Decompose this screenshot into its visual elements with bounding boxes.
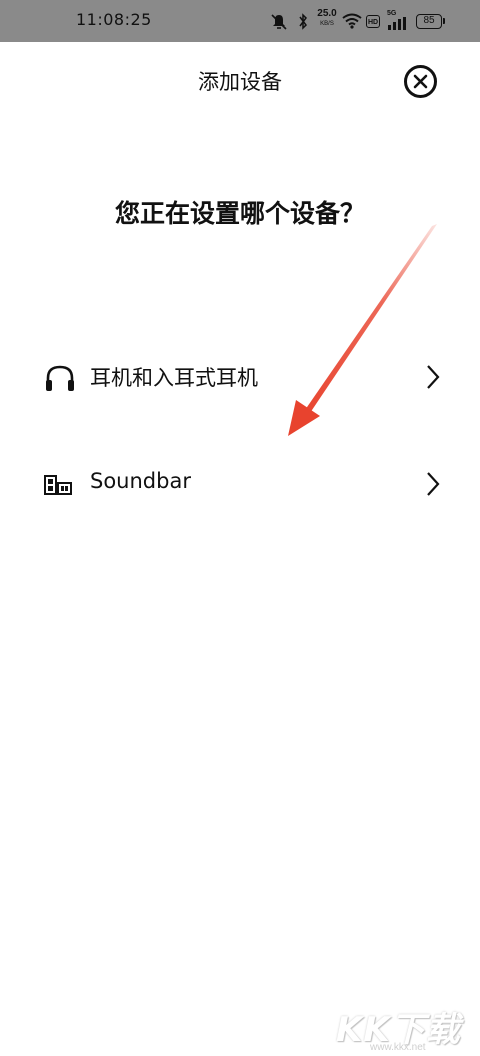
screen: 11:08:25 25.0 KB/S HD 5G 85 添加设备 您正在设置哪个… <box>0 0 480 1056</box>
watermark: KK下载 www.kkx.net <box>336 998 476 1056</box>
annotation-arrow <box>288 224 437 436</box>
watermark-url: www.kkx.net <box>370 1042 426 1053</box>
